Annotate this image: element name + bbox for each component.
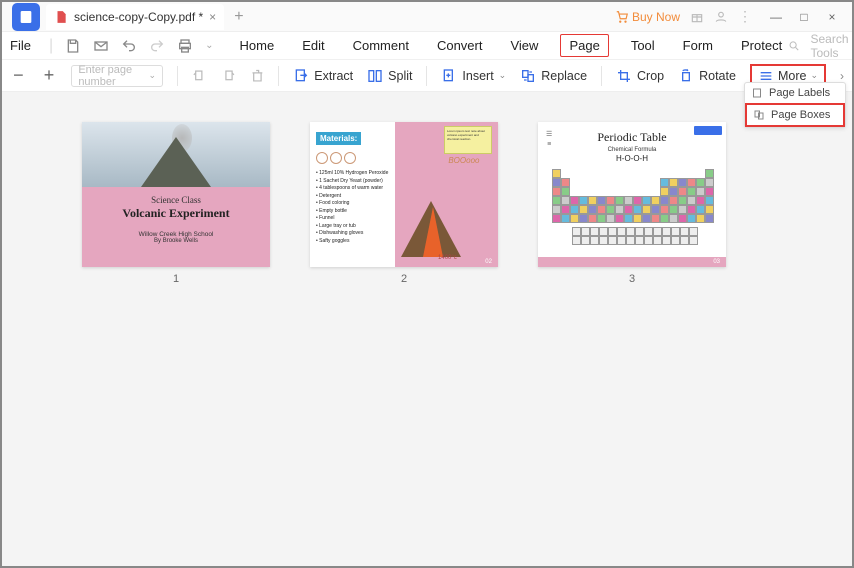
app-logo — [12, 3, 40, 31]
undo-icon[interactable] — [121, 38, 137, 54]
dropdown-icon[interactable]: ⌄ — [205, 40, 213, 51]
menu-comment[interactable]: Comment — [347, 34, 415, 57]
rotate-right-icon[interactable] — [221, 68, 236, 84]
page-thumb-3[interactable]: ☰≡ Periodic Table Chemical Formula H-O-O… — [538, 122, 726, 285]
periodic-table — [552, 169, 712, 241]
rotate-left-icon[interactable] — [192, 68, 207, 84]
file-menu[interactable]: File — [10, 38, 31, 53]
titlebar: science-copy-Copy.pdf * × + Buy Now ⋮ — … — [2, 2, 852, 32]
save-icon[interactable] — [65, 38, 81, 54]
maximize-button[interactable]: □ — [790, 3, 818, 31]
menu-home[interactable]: Home — [234, 34, 281, 57]
page-labels-item[interactable]: Page Labels — [745, 83, 845, 103]
mail-icon[interactable] — [93, 38, 109, 54]
chevron-down-icon: ⌄ — [148, 70, 156, 81]
delete-icon[interactable] — [250, 68, 265, 84]
pdf-icon — [54, 10, 68, 24]
avatar-icon[interactable] — [714, 10, 728, 24]
boxes-icon — [753, 109, 765, 121]
chevron-down-icon: ⌄ — [499, 70, 507, 81]
page-number-input[interactable]: Enter page number ⌄ — [71, 65, 163, 87]
menu-convert[interactable]: Convert — [431, 34, 489, 57]
menu-edit[interactable]: Edit — [296, 34, 330, 57]
close-button[interactable]: × — [818, 3, 846, 31]
page-thumb-1[interactable]: Science Class Volcanic Experiment Willow… — [82, 122, 270, 285]
buy-now-button[interactable]: Buy Now — [615, 10, 680, 24]
menu-view[interactable]: View — [504, 34, 544, 57]
tab-title: science-copy-Copy.pdf * — [74, 10, 203, 24]
extract-icon — [293, 68, 309, 84]
badge-icon — [694, 126, 722, 135]
insert-button[interactable]: Insert ⌄ — [441, 68, 506, 84]
zoom-out-button[interactable]: − — [10, 65, 27, 86]
main-menu: Home Edit Comment Convert View Page Tool… — [234, 34, 789, 57]
crop-icon — [616, 68, 632, 84]
rotate-icon — [678, 68, 694, 84]
rotate-button[interactable]: Rotate — [678, 68, 736, 84]
split-button[interactable]: Split — [367, 68, 412, 84]
insert-icon — [441, 68, 457, 84]
redo-icon[interactable] — [149, 38, 165, 54]
replace-icon — [520, 68, 536, 84]
kebab-menu-icon[interactable]: ⋮ — [738, 8, 752, 25]
more-dropdown: Page Labels Page Boxes — [744, 82, 846, 128]
thumbnail-area: Science Class Volcanic Experiment Willow… — [2, 92, 852, 566]
menubar: File | ⌄ Home Edit Comment Convert View … — [2, 32, 852, 60]
label-icon — [751, 87, 763, 99]
menu-form[interactable]: Form — [677, 34, 719, 57]
gift-icon[interactable] — [690, 10, 704, 24]
page-thumb-2[interactable]: Materials: • 125ml 10% Hydrogen Peroxide… — [310, 122, 498, 285]
menu-page[interactable]: Page — [560, 34, 608, 57]
page-toolbar: − + Enter page number ⌄ Extract Split In… — [2, 60, 852, 92]
print-icon[interactable] — [177, 38, 193, 54]
cart-icon — [615, 10, 629, 24]
tab-add-icon[interactable]: + — [234, 8, 243, 26]
chevron-right-icon[interactable]: › — [840, 69, 844, 83]
crop-button[interactable]: Crop — [616, 68, 664, 84]
page-boxes-item[interactable]: Page Boxes — [745, 103, 845, 127]
tab-close-icon[interactable]: × — [209, 10, 216, 24]
menu-tool[interactable]: Tool — [625, 34, 661, 57]
replace-button[interactable]: Replace — [520, 68, 587, 84]
split-icon — [367, 68, 383, 84]
extract-button[interactable]: Extract — [293, 68, 353, 84]
minimize-button[interactable]: — — [762, 3, 790, 31]
menu-protect[interactable]: Protect — [735, 34, 788, 57]
search-input[interactable]: Search Tools — [810, 32, 854, 60]
chevron-down-icon: ⌄ — [810, 70, 818, 81]
zoom-in-button[interactable]: + — [41, 65, 58, 86]
document-tab[interactable]: science-copy-Copy.pdf * × — [46, 4, 224, 30]
search-icon[interactable] — [788, 38, 800, 54]
